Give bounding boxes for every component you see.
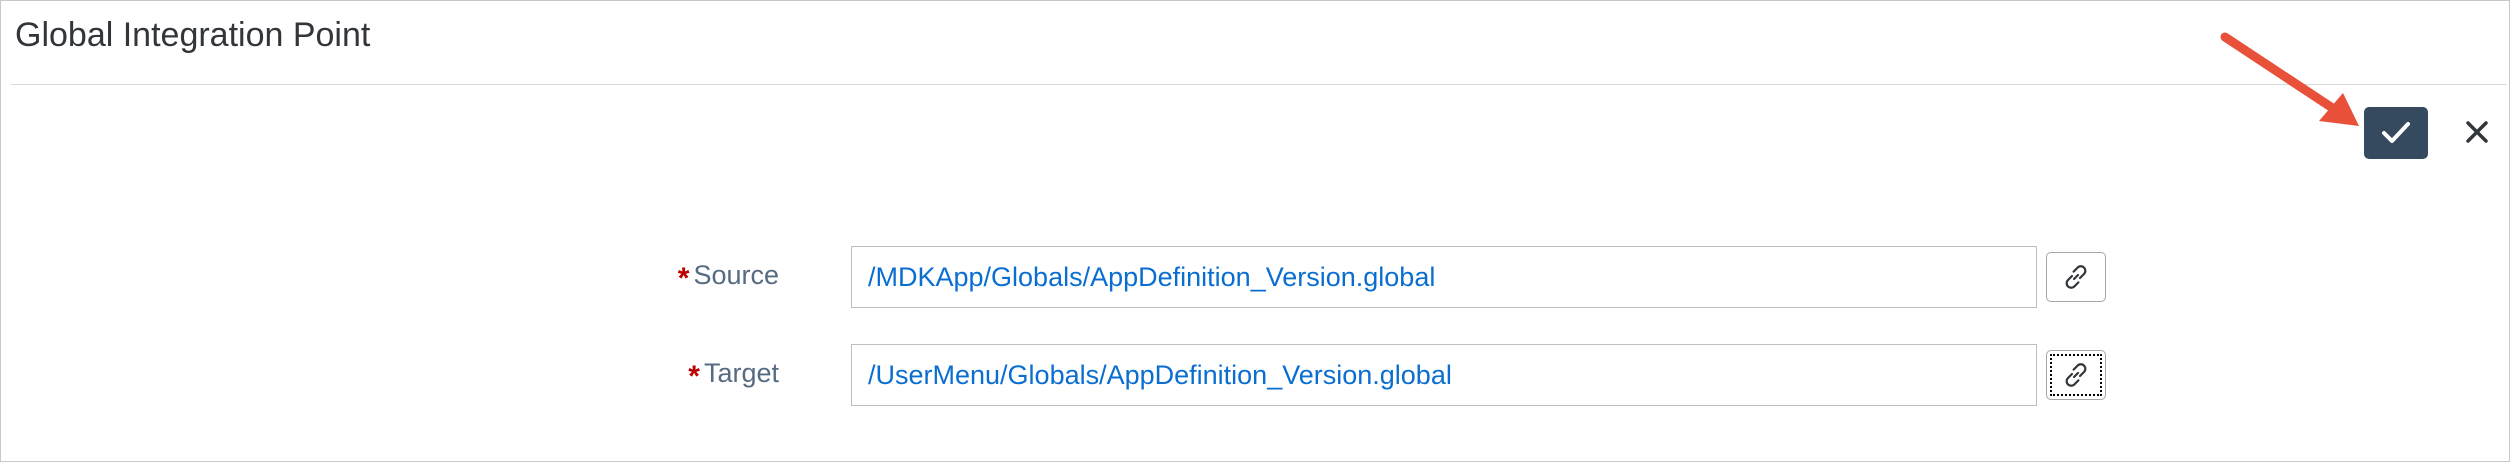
target-input[interactable]: /UserMenu/Globals/AppDefinition_Version.… [851,344,2037,406]
confirm-button[interactable] [2364,107,2428,159]
required-marker: * [688,360,700,393]
source-row: * Source /MDKApp/Globals/AppDefinition_Ve… [1,246,2510,310]
dialog-frame: Global Integration Point * Source /MDKApp… [0,0,2510,462]
dialog-title: Global Integration Point [15,16,371,54]
source-label-text: Source [693,260,779,290]
source-link-button[interactable] [2046,252,2106,302]
target-label: * Target [688,356,779,394]
target-label-text: Target [703,358,779,388]
close-button[interactable] [2457,111,2497,153]
required-marker: * [677,262,690,295]
header-divider [11,84,2507,85]
checkmark-icon [2382,122,2410,143]
close-icon [2466,121,2488,143]
link-icon [2065,363,2087,387]
source-input[interactable]: /MDKApp/Globals/AppDefinition_Version.gl… [851,246,2037,308]
annotation-arrow-icon [2220,32,2359,126]
target-link-button[interactable] [2046,350,2106,400]
source-label: * Source [678,258,779,296]
link-icon [2065,265,2087,289]
target-row: * Target /UserMenu/Globals/AppDefinition_… [1,344,2510,408]
